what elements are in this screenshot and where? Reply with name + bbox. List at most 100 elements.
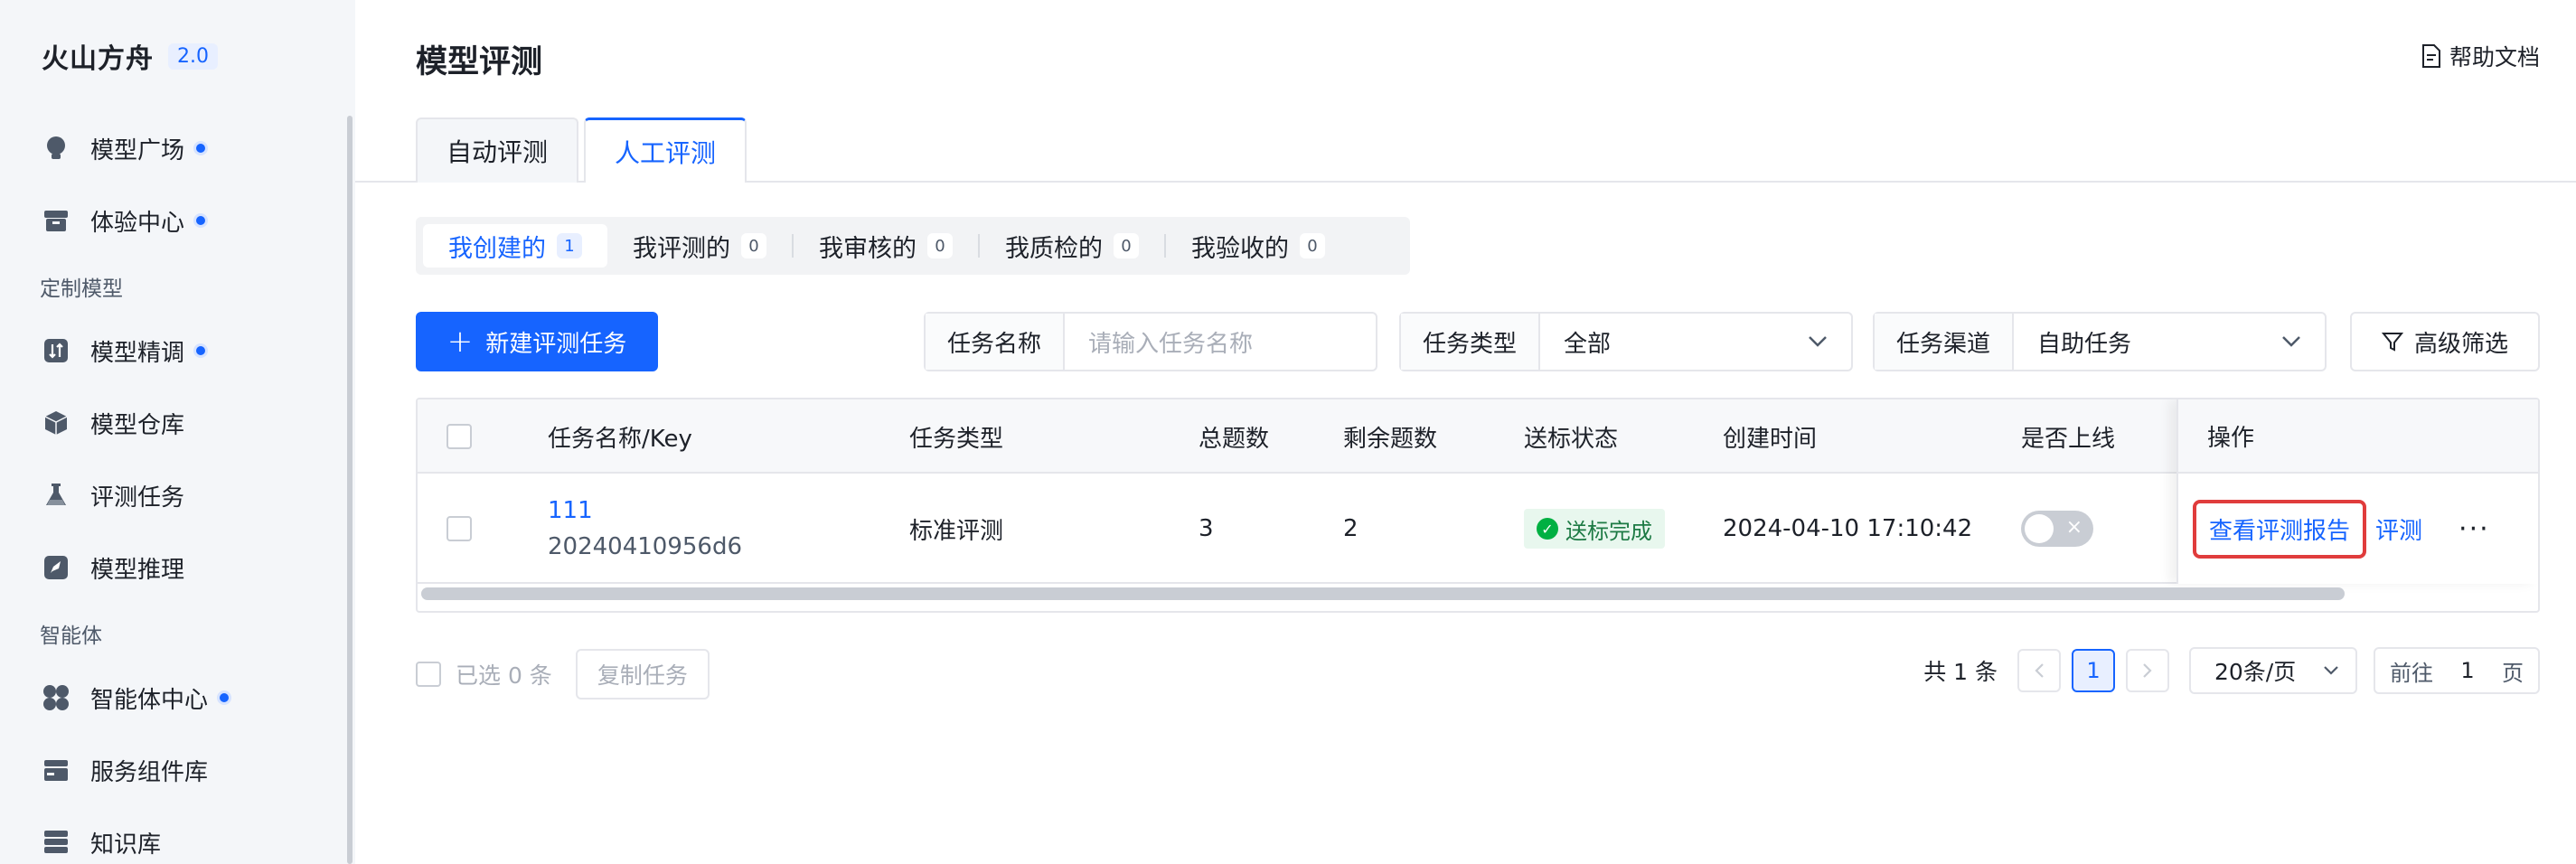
help-docs-label: 帮助文档: [2449, 44, 2540, 70]
box-icon: [40, 204, 72, 237]
task-type-filter[interactable]: 任务类型 全部: [1399, 312, 1853, 371]
sidebar-item-agent-center[interactable]: 智能体中心: [40, 674, 232, 721]
filter-label: 任务类型: [1401, 314, 1541, 370]
sidebar-item-label: 模型精调: [90, 339, 185, 367]
toggle-knob: [2025, 514, 2054, 543]
brand[interactable]: 火山方舟 2.0: [42, 36, 218, 76]
chevron-right-icon: [2143, 663, 2152, 678]
sidebar-item-label: 知识库: [90, 831, 162, 859]
subtab-label: 我验收的: [1191, 234, 1289, 263]
sidebar-item-components[interactable]: 服务组件库: [40, 747, 208, 794]
subtab-label: 我评测的: [633, 234, 730, 263]
goto-page-input[interactable]: 1: [2460, 658, 2474, 683]
column-header: 剩余题数: [1343, 425, 1438, 453]
help-docs-link[interactable]: 帮助文档: [2421, 40, 2540, 72]
advanced-filter-button[interactable]: 高级筛选: [2350, 312, 2540, 371]
status-badge: ✓ 送标完成: [1524, 509, 1665, 549]
sidebar-item-label: 智能体中心: [90, 686, 209, 714]
tab-manual-eval[interactable]: 人工评测: [584, 117, 747, 183]
filter-icon: [2381, 333, 2403, 352]
task-name-link[interactable]: 111: [548, 497, 593, 524]
evaluate-link[interactable]: 评测: [2375, 512, 2422, 546]
goto-suffix: 页: [2502, 660, 2524, 686]
sidebar-item-label: 模型推理: [90, 556, 185, 584]
subtab-created[interactable]: 我创建的 1: [423, 224, 607, 268]
subtab-label: 我创建的: [448, 234, 546, 263]
task-type-cell: 标准评测: [909, 517, 1004, 545]
goto-prefix: 前往: [2390, 660, 2433, 686]
brand-version: 2.0: [168, 42, 218, 70]
column-header: 操作: [2178, 399, 2538, 474]
bulk-select-checkbox[interactable]: [416, 662, 441, 687]
subtab-count: 0: [741, 233, 766, 258]
online-cell: ×: [2021, 474, 2093, 584]
page-size-select[interactable]: 20条/页: [2189, 647, 2357, 694]
close-icon: ×: [2065, 516, 2082, 539]
task-name-placeholder: 请输入任务名称: [1088, 330, 1254, 358]
page-title: 模型评测: [416, 44, 543, 80]
sidebar-item-label: 评测任务: [90, 484, 185, 512]
new-eval-task-button[interactable]: + 新建评测任务: [416, 312, 658, 371]
select-all-cell: [447, 399, 472, 474]
tab-auto-eval[interactable]: 自动评测: [416, 117, 579, 183]
select-all-checkbox[interactable]: [447, 424, 472, 449]
document-icon: [2421, 44, 2440, 68]
column-header: 是否上线: [2021, 425, 2116, 453]
new-dot: [217, 690, 232, 705]
page-button-current[interactable]: 1: [2072, 649, 2115, 692]
more-icon[interactable]: ···: [2458, 513, 2490, 545]
task-name-filter: 任务名称 请输入任务名称: [924, 312, 1377, 371]
sidebar-item-knowledge[interactable]: 知识库: [40, 819, 161, 864]
sidebar-item-experience[interactable]: 体验中心: [40, 197, 209, 244]
column-header: 送标状态: [1524, 425, 1619, 453]
subtab-reviewed[interactable]: 我审核的 0: [794, 224, 978, 268]
new-dot: [193, 141, 209, 155]
row-checkbox[interactable]: [447, 516, 472, 541]
sidebar-item-inference[interactable]: 模型推理: [40, 544, 184, 591]
eval-tabs: 自动评测 人工评测: [416, 117, 752, 183]
filter-label: 任务名称: [926, 314, 1066, 370]
sidebar-item-model-repo[interactable]: 模型仓库: [40, 399, 184, 446]
task-key: 20240410956d6: [548, 533, 743, 560]
sidebar-item-eval-task[interactable]: 评测任务: [40, 472, 184, 519]
advanced-filter-label: 高级筛选: [2413, 330, 2508, 358]
column-header: 任务类型: [909, 425, 1004, 453]
sidebar-scrollbar[interactable]: [347, 116, 353, 864]
sidebar-group-label: 智能体: [40, 625, 102, 648]
server-icon: [40, 826, 72, 859]
sidebar: 火山方舟 2.0 模型广场 体验中心 定制模型 模型精调 模型仓库 评测任务 模…: [0, 0, 355, 864]
rocket-icon: [40, 551, 72, 584]
view-report-button[interactable]: 查看评测报告: [2193, 499, 2367, 559]
table-horizontal-scrollbar[interactable]: [421, 587, 2345, 600]
sidebar-item-label: 模型广场: [90, 136, 185, 164]
task-channel-filter[interactable]: 任务渠道 自助任务: [1873, 312, 2327, 371]
subtab-evaluated[interactable]: 我评测的 0: [607, 224, 792, 268]
next-page-button[interactable]: [2126, 649, 2169, 692]
subtab-count: 1: [557, 233, 582, 258]
status-label: 送标完成: [1565, 518, 1652, 544]
task-name-input[interactable]: 请输入任务名称: [1065, 325, 1376, 359]
column-header: 创建时间: [1723, 425, 1818, 453]
new-dot: [193, 343, 209, 358]
subtabs: 我创建的 1 我评测的 0 我审核的 0 我质检的 0 我验收的 0: [416, 217, 1410, 275]
task-type-select[interactable]: 全部: [1540, 325, 1851, 359]
bulk-actions: 已选 0 条 复制任务: [416, 649, 710, 700]
tune-icon: [40, 334, 72, 367]
column-header: 任务名称/Key: [548, 425, 692, 453]
chevron-down-icon: [1809, 336, 1827, 347]
sidebar-item-label: 体验中心: [90, 209, 185, 237]
prev-page-button[interactable]: [2017, 649, 2061, 692]
task-name-cell: 111 20240410956d6: [548, 474, 742, 584]
subtab-label: 我质检的: [1005, 234, 1103, 263]
task-channel-value: 自助任务: [2037, 330, 2132, 358]
total-count-cell: 3: [1199, 515, 1214, 542]
copy-task-button[interactable]: 复制任务: [575, 649, 710, 700]
task-table: 任务名称/Key 任务类型 总题数 剩余题数 送标状态 创建时间 是否上线 11…: [416, 398, 2540, 613]
actions-column: 操作 查看评测报告 评测 ···: [2176, 399, 2538, 584]
task-channel-select[interactable]: 自助任务: [2014, 325, 2325, 359]
subtab-accepted[interactable]: 我验收的 0: [1166, 224, 1350, 268]
sidebar-item-finetune[interactable]: 模型精调: [40, 327, 209, 374]
online-toggle[interactable]: ×: [2021, 511, 2093, 547]
subtab-qc[interactable]: 我质检的 0: [980, 224, 1164, 268]
sidebar-item-model-square[interactable]: 模型广场: [40, 125, 209, 172]
